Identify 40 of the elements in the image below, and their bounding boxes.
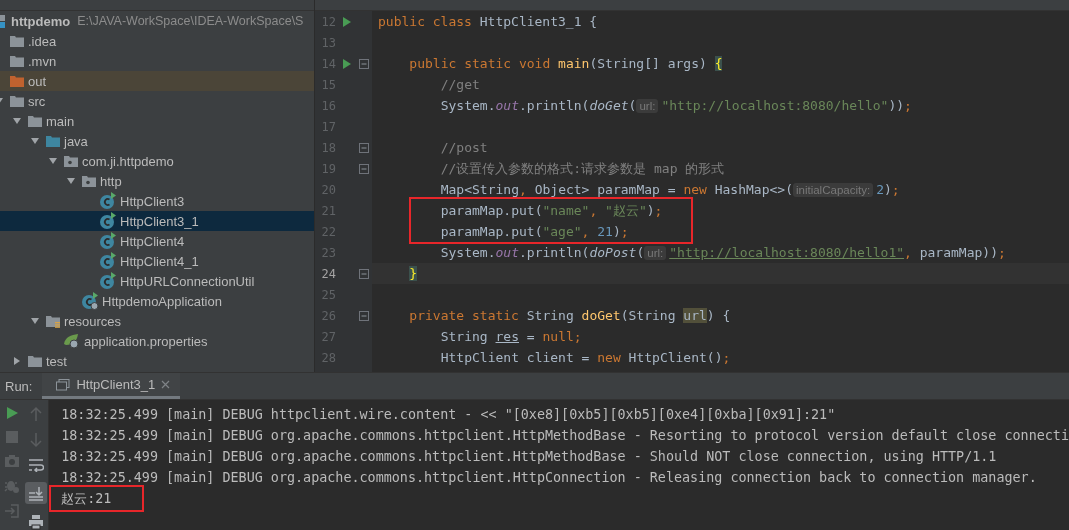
console-line: 18:32:25.499 [main] DEBUG org.apache.commons.httpclient.HttpMethodBase - Should NOT close connection, using HTTP/1.1: [61, 449, 997, 464]
tree-item[interactable]: resources: [0, 311, 314, 331]
console-line: 18:32:25.499 [main] DEBUG httpclient.wire.content - << "[0xe8][0xb5][0xb5][0xe4][0xba][0x91]:21": [61, 407, 836, 422]
tree-item[interactable]: HttpClient4: [0, 231, 314, 251]
code-line: HttpClient client = new HttpClient();: [440, 350, 731, 365]
tree-item[interactable]: HttpClient3: [0, 191, 314, 211]
console-line: 18:32:25.499 [main] DEBUG org.apache.commons.httpclient.HttpMethodBase - Resorting to protocol version default close connecti: [61, 428, 1069, 443]
tree-item[interactable]: .mvn: [0, 51, 314, 71]
code-line: public class HttpClient3_1 {: [378, 14, 598, 29]
tree-item[interactable]: httpdemo E:\JAVA-WorkSpace\IDEA-WorkSpace\S: [0, 11, 314, 31]
console-line: 18:32:25.499 [main] DEBUG org.apache.commons.httpclient.HttpConnection - Releasing connection back to connection manager.: [61, 470, 1037, 485]
code-line: Map<String, Object> paramMap = new HashMap<>( initialCapacity: 2);: [440, 182, 900, 197]
tree-item[interactable]: java: [0, 131, 314, 151]
tree-item[interactable]: HttpClient4_1: [0, 251, 314, 271]
code-line: private static String doGet(String url) {: [409, 308, 731, 323]
console-line: 赵云:21: [61, 489, 112, 508]
tree-item[interactable]: .idea: [0, 31, 314, 51]
code-line: //设置传入参数的格式:请求参数是 map 的形式: [440, 159, 725, 178]
code-line: public static void main(String[] args) {: [409, 56, 723, 71]
code-line: //get: [440, 77, 480, 92]
project-path: E:\JAVA-WorkSpace\IDEA-WorkSpace\S: [77, 14, 304, 28]
tree-item[interactable]: HttpClient3_1: [0, 211, 314, 231]
tree-item[interactable]: main: [0, 111, 314, 131]
tree-item[interactable]: src: [0, 91, 314, 111]
code-line: String res = null;: [440, 329, 582, 344]
tree-item[interactable]: HttpdemoApplication: [0, 291, 314, 311]
code-line: paramMap.put("name", "赵云");: [440, 201, 663, 220]
code-line: System.out.println(doPost( url: "http://localhost:8080/hello1", paramMap));: [440, 245, 1006, 260]
tree-item[interactable]: http: [0, 171, 314, 191]
line-number: 24: [320, 266, 336, 281]
code-line: System.out.println(doGet( url: "http://localhost:8080/hello"));: [440, 98, 912, 113]
code-line: paramMap.put("age", 21);: [440, 224, 629, 239]
run-label: Run:: [4, 378, 34, 394]
run-tab[interactable]: HttpClient3_1: [42, 373, 181, 399]
tree-item[interactable]: test: [0, 351, 314, 371]
tree-item[interactable]: com.ji.httpdemo: [0, 151, 314, 171]
tree-item[interactable]: application.properties: [0, 331, 314, 351]
tree-item[interactable]: out: [0, 71, 314, 91]
code-line: //post: [440, 140, 488, 155]
tree-item[interactable]: HttpURLConnectionUtil: [0, 271, 314, 291]
